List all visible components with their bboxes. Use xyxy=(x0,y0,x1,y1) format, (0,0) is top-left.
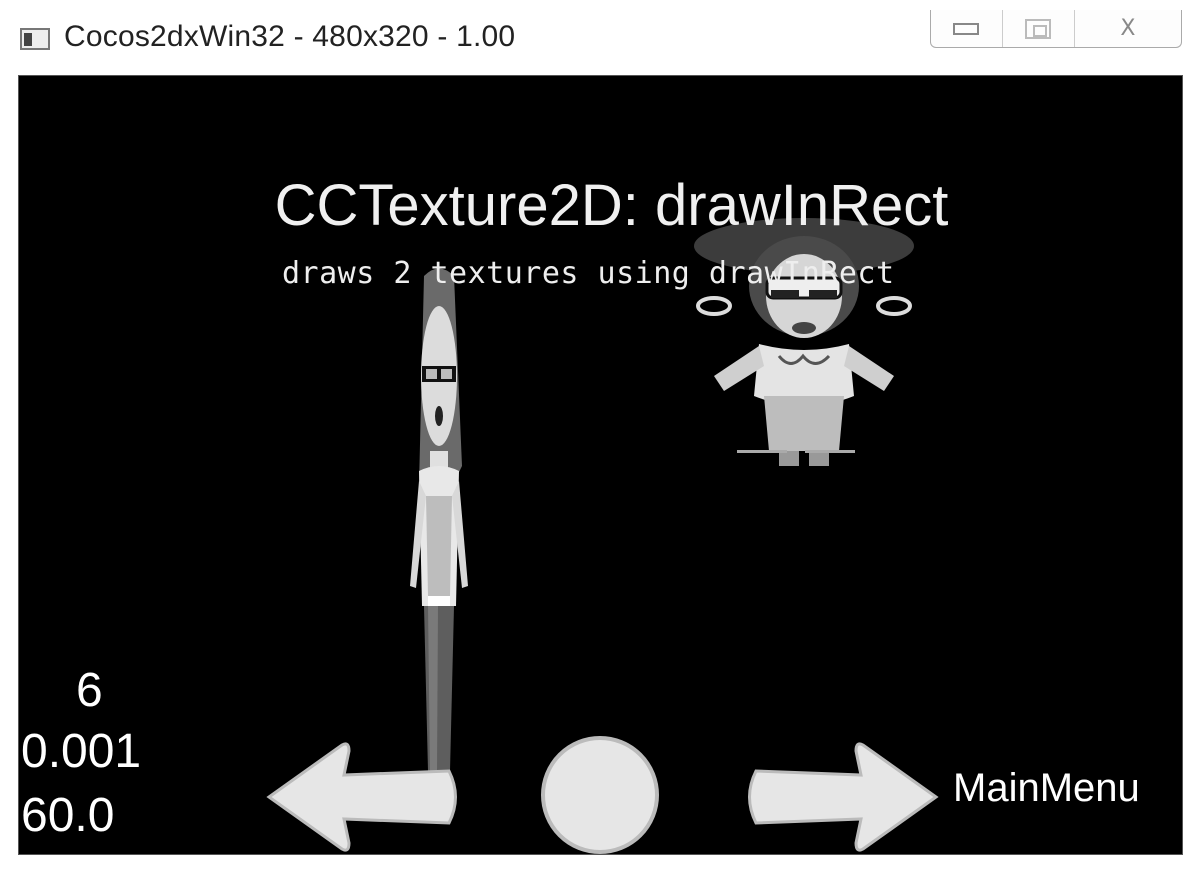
close-icon: X xyxy=(1120,16,1136,41)
restart-button[interactable] xyxy=(537,734,663,855)
maximize-button[interactable] xyxy=(1001,10,1074,47)
back-arrow-button[interactable] xyxy=(264,741,464,853)
right-arrow-icon xyxy=(748,742,939,852)
scene-title: CCTexture2D: drawInRect xyxy=(274,173,949,238)
minimize-button[interactable] xyxy=(931,10,1002,47)
window-title: Cocos2dxWin32 - 480x320 - 1.00 xyxy=(64,20,516,53)
close-button[interactable]: X xyxy=(1073,10,1181,47)
scene-subtitle: draws 2 textures using drawInRect xyxy=(282,256,895,291)
app-window-icon xyxy=(20,28,50,50)
character-sprite xyxy=(694,218,914,466)
next-arrow-button[interactable] xyxy=(741,741,941,853)
window-titlebar[interactable]: Cocos2dxWin32 - 480x320 - 1.00 X xyxy=(0,0,1200,75)
stretched-character-sprite xyxy=(410,268,468,771)
stat-fps: 60.0 xyxy=(21,789,115,842)
left-arrow-icon xyxy=(266,742,457,852)
window-controls: X xyxy=(930,10,1182,48)
main-menu-button[interactable]: MainMenu xyxy=(953,766,1140,811)
game-viewport[interactable]: CCTexture2D: drawInRect draws 2 textures… xyxy=(18,75,1183,855)
sprite-shadow-dashes xyxy=(737,450,855,453)
stat-seconds-per-frame: 0.001 xyxy=(21,725,142,778)
maximize-icon xyxy=(1025,18,1052,39)
minimize-icon xyxy=(953,22,980,35)
stat-draw-calls: 6 xyxy=(76,664,103,717)
circle-restart-icon xyxy=(541,736,659,854)
